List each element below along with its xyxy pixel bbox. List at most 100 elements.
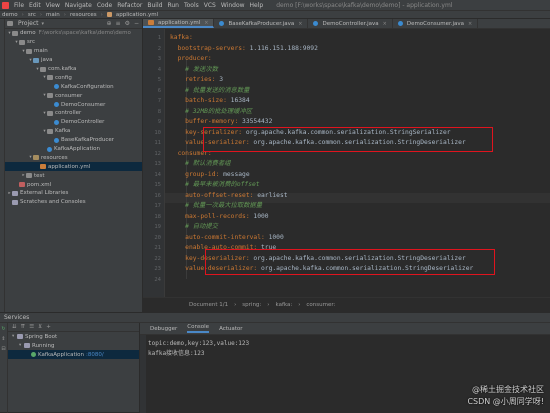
watermark: @稀土掘金技术社区 CSDN @小周同学呀! [467,384,544,408]
line-number: 18 [154,213,161,220]
filter-icon[interactable]: ⊟ [0,346,7,352]
group-icon[interactable]: ☰ [29,324,34,330]
code-line: retries: 3 [170,75,223,85]
code-comment: # 批量发送的消息数量 [170,86,250,94]
menu-refactor[interactable]: Refactor [117,2,142,9]
project-panel-header: Project ▾ ⊕ ≡ ⚙ − [5,19,142,29]
rerun-icon[interactable]: ↻ [0,326,7,332]
yaml-key: bootstrap-servers: [170,44,246,52]
yaml-key: kafka: [170,34,193,41]
tree-item-label: Kafka [55,128,71,135]
tree-item[interactable]: ▾ resources [5,153,142,162]
tree-item[interactable]: ▾ controller [5,109,142,118]
code-line: bootstrap-servers: 1.116.151.188:9092 [170,44,318,54]
close-icon[interactable]: × [298,21,302,27]
yaml-value: 1000 [249,212,269,220]
locate-icon[interactable]: ⊕ [107,20,112,27]
service-item[interactable]: ▾ Spring Boot [8,332,139,341]
menu-navigate[interactable]: Navigate [65,2,92,9]
editor-tab[interactable]: DemoController.java × [308,19,393,28]
menu-view[interactable]: View [46,2,60,9]
services-title: Services [4,314,30,321]
tree-item[interactable]: BaseKafkaProducer [5,136,142,145]
tree-item[interactable]: ▾ demo F:\works\space\kafka\demo\demo [5,29,142,38]
nav-crumb[interactable]: resources [70,12,97,18]
console-tab-label: Actuator [219,325,243,332]
tree-item-label: Scratches and Consoles [20,199,86,206]
console-tab[interactable]: Console [187,324,210,333]
menu-window[interactable]: Window [221,2,245,9]
filter-icon[interactable]: ⊻ [38,324,42,330]
tree-item[interactable]: ▾ src [5,38,142,47]
tree-item[interactable]: ▾ config [5,73,142,82]
tree-item[interactable]: ▸ External Libraries [5,189,142,198]
folder-icon [12,30,18,36]
menu-code[interactable]: Code [97,2,112,9]
services-rows: ▾ Spring Boot ▾ Running KafkaApplication:808… [8,332,139,359]
project-panel-title[interactable]: Project [18,20,39,27]
console-tab[interactable]: Actuator [219,326,243,332]
close-icon[interactable]: × [383,21,387,27]
editor-tab[interactable]: DemoConsumer.java × [393,19,479,28]
breadcrumb-item[interactable]: spring: [242,302,261,308]
code-editor[interactable]: 1 2 3 4 5 6 7 8 9 10 11 12 13 14 15 16 17 18 19 20 21 22 23 24 … [143,29,550,297]
watermark-line-2: CSDN @小周同学呀! [467,397,544,406]
menu-run[interactable]: Run [167,2,179,9]
tree-item[interactable]: KafkaApplication [5,145,142,154]
add-icon[interactable]: + [46,324,51,330]
editor-tab-label: DemoConsumer.java [406,20,464,27]
tree-item[interactable]: ▾ java [5,56,142,65]
tree-item-label: config [55,74,72,81]
tree-item-label: java [41,57,53,64]
editor-tab-label: DemoController.java [322,20,379,27]
line-number: 6 [157,87,161,94]
service-item[interactable]: KafkaApplication:8080/ [8,350,139,359]
gear-icon[interactable]: ⚙ [125,20,130,27]
service-item[interactable]: ▾ Running [8,341,139,350]
tree-item[interactable]: Scratches and Consoles [5,198,142,207]
tree-item[interactable]: ▾ main [5,47,142,56]
tree-item[interactable]: application.yml [5,162,142,172]
close-icon[interactable]: × [468,21,472,27]
menu-tools[interactable]: Tools [184,2,199,9]
nav-crumb[interactable]: application.yml [116,12,158,18]
yaml-value: 33554432 [238,118,273,125]
editor-tab-label: BaseKafkaProducer.java [228,20,295,27]
console-line: topic:demo,key:123,value:123 [148,340,250,347]
menu-build[interactable]: Build [147,2,162,9]
breadcrumb-item[interactable]: Document 1/1 [189,302,228,308]
line-number: 15 [154,182,161,188]
tree-item[interactable]: DemoController [5,118,142,127]
navigation-bar: demo › src › main › resources › application.yml [0,10,550,19]
tree-item[interactable]: ▾ consumer [5,91,142,100]
breadcrumb-item[interactable]: consumer: [306,302,335,308]
tree-item[interactable]: ▾ Kafka [5,127,142,136]
nav-crumb[interactable]: main [46,12,60,18]
tree-item[interactable]: ▸ test [5,171,142,180]
tree-item[interactable]: ▾ com.kafka [5,65,142,74]
breadcrumb-item[interactable]: kafka: [275,302,292,308]
editor-tab[interactable]: application.yml × [143,19,215,28]
console-gutter [140,335,146,413]
tree-item[interactable]: DemoConsumer [5,100,142,109]
expand-icon[interactable]: ⇕ [0,336,7,342]
tree-item[interactable]: pom.xml [5,180,142,189]
lib-icon [12,199,18,205]
collapse-all-icon[interactable]: ⇈ [21,324,26,330]
dropdown-icon[interactable]: ▾ [42,21,45,27]
menu-edit[interactable]: Edit [29,2,41,9]
service-port-link[interactable]: :8080/ [86,352,104,358]
code-line: group-id: message [170,170,249,180]
nav-crumb[interactable]: src [28,12,36,18]
tree-item[interactable]: KafkaConfiguration [5,82,142,91]
editor-tab[interactable]: BaseKafkaProducer.java × [214,19,309,28]
expand-all-icon[interactable]: ⇊ [12,324,17,330]
hide-icon[interactable]: − [134,20,139,27]
nav-crumb[interactable]: demo [2,12,18,18]
console-tab[interactable]: Debugger [150,326,177,332]
collapse-icon[interactable]: ≡ [116,20,121,27]
menu-help[interactable]: Help [250,2,264,9]
close-icon[interactable]: × [204,20,208,26]
menu-vcs[interactable]: VCS [204,2,216,9]
menu-file[interactable]: File [14,2,24,9]
